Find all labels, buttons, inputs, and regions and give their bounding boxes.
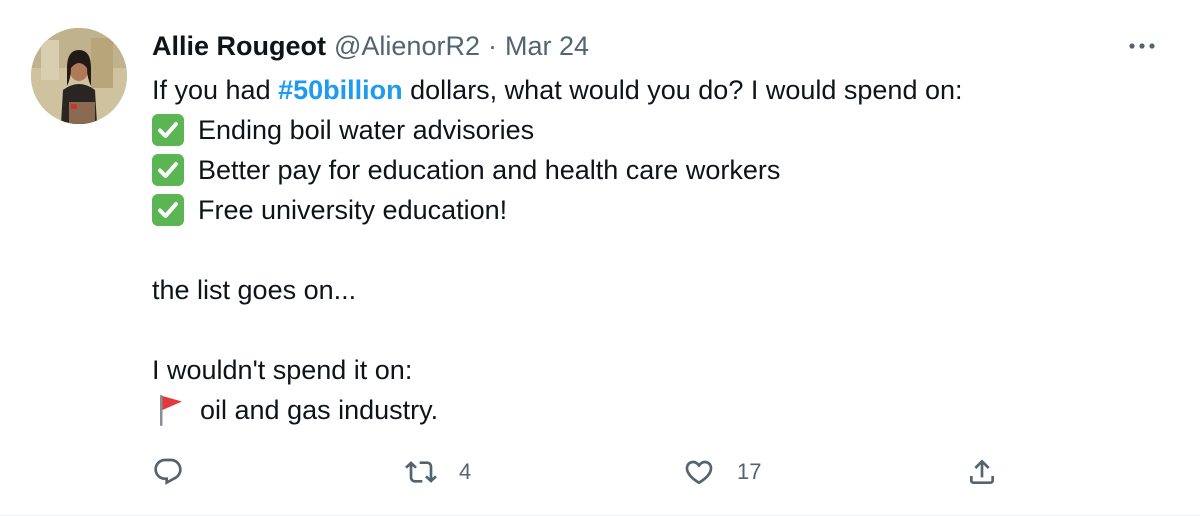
like-count: 17 — [737, 459, 762, 484]
avatar-photo — [31, 28, 127, 124]
red-flag-icon — [156, 392, 186, 428]
tweet-line-intro: If you had #50billion dollars, what woul… — [152, 70, 1162, 110]
check-mark-icon — [152, 114, 184, 146]
reply-icon — [154, 458, 182, 485]
list-item: Better pay for education and health care… — [152, 150, 1162, 190]
tweet-date[interactable]: Mar 24 — [505, 31, 589, 62]
tweet[interactable]: Allie Rougeot @AlienorR2 · Mar 24 If you… — [0, 0, 1200, 516]
spend-item-text: Free university education! — [198, 195, 508, 225]
avatar[interactable] — [31, 28, 127, 124]
intro-text-before: If you had — [152, 75, 279, 105]
share-icon — [970, 459, 994, 484]
hashtag-link[interactable]: #50billion — [278, 70, 403, 110]
tweet-text: If you had #50billion dollars, what woul… — [152, 70, 1162, 430]
spend-item-text: Ending boil water advisories — [198, 115, 535, 145]
author-name[interactable]: Allie Rougeot — [152, 31, 326, 62]
retweet-button[interactable]: 4 — [405, 452, 471, 492]
share-button[interactable] — [966, 452, 998, 492]
intro-text-after: dollars, what would you do? I would spen… — [402, 75, 963, 105]
spend-item-text: Better pay for education and health care… — [198, 155, 781, 185]
check-mark-icon — [152, 194, 184, 226]
wouldnt-text: I wouldn't spend it on: — [152, 355, 413, 385]
continuation-line: the list goes on... — [152, 270, 1162, 310]
tweet-actions: 4 17 — [152, 452, 1012, 492]
retweet-icon — [405, 461, 437, 483]
wouldnt-line: I wouldn't spend it on: — [152, 350, 1162, 390]
more-options-button[interactable] — [1120, 32, 1164, 60]
check-mark-icon — [152, 154, 184, 186]
heart-icon — [685, 460, 713, 485]
list-item: oil and gas industry. — [152, 390, 1162, 430]
not-item-text: oil and gas industry. — [200, 395, 439, 425]
like-button[interactable]: 17 — [683, 452, 761, 492]
tweet-header: Allie Rougeot @AlienorR2 · Mar 24 — [152, 30, 589, 62]
reply-button[interactable] — [152, 452, 184, 492]
list-item: Ending boil water advisories — [152, 110, 1162, 150]
separator-dot: · — [487, 30, 497, 61]
author-handle[interactable]: @AlienorR2 — [334, 31, 480, 62]
more-options-icon — [1129, 43, 1155, 49]
list-item: Free university education! — [152, 190, 1162, 230]
continuation-text: the list goes on... — [152, 275, 357, 305]
retweet-count: 4 — [459, 459, 472, 484]
